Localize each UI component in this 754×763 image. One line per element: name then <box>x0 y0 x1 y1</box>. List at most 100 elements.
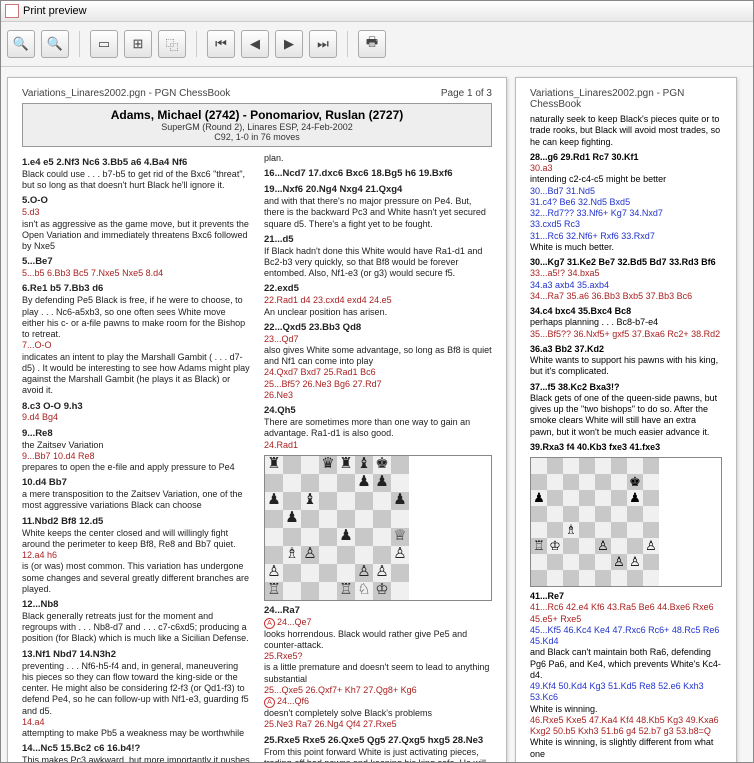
move-line: 24.Qh5 <box>264 405 492 417</box>
comment: There are sometimes more than one way to… <box>264 417 492 440</box>
variation: 35...Bf5?? 36.Nxf5+ gxf5 37.Bxa6 Rc2+ 38… <box>530 329 722 340</box>
variation-marked: A24...Qe7 <box>264 617 492 629</box>
move-line: 5.O-O <box>22 195 250 207</box>
variation: 24.Qxd7 Bxd7 25.Rad1 Bc6 <box>264 367 492 378</box>
comment: is (or was) most common. This variation … <box>22 561 250 595</box>
comment: attempting to make Pb5 a weakness may be… <box>22 728 250 739</box>
move-line: 14...Nc5 15.Bc2 c6 16.b4!? <box>22 743 250 755</box>
sub-variation: 34.a3 axb4 35.axb4 <box>530 280 722 291</box>
move-line: 8.c3 O-O 9.h3 <box>22 401 250 413</box>
sub-variation: 31...Rc6 32.Nf6+ Rxf6 33.Rxd7 <box>530 231 722 242</box>
comment: From this point forward White is just ac… <box>264 747 492 763</box>
comment: intending c2-c4-c5 might be better <box>530 174 722 185</box>
sub-variation: 30...Bd7 31.Nd5 <box>530 186 722 197</box>
comment: and Black can't maintain both Ra6, defen… <box>530 647 722 681</box>
comment: Black generally retreats just for the mo… <box>22 611 250 645</box>
chess-board: ♜♛♜♝♚♟♟♟♝♟♟♟♕♗♙♙♙♙♙♖♖♘♔ <box>264 455 492 601</box>
sub-variation: 32...Rd7?? 33.Nf6+ Kg7 34.Nxd7 <box>530 208 722 219</box>
page-file: Variations_Linares2002.pgn - PGN ChessBo… <box>530 88 722 110</box>
comment: By defending Pe5 Black is free, if he we… <box>22 295 250 340</box>
comment: White wants to support his pawns with hi… <box>530 355 722 378</box>
comment: the Zaitsev Variation <box>22 440 250 451</box>
move-line: 30...Kg7 31.Ke2 Be7 32.Bd5 Bd7 33.Rd3 Bf… <box>530 257 722 268</box>
print-button[interactable]: 🖶 <box>358 30 386 58</box>
move-line: 24...Ra7 <box>264 605 492 617</box>
variation: 7...O-O <box>22 340 250 351</box>
move-line: 21...d5 <box>264 234 492 246</box>
comment: naturally seek to keep Black's pieces qu… <box>530 114 722 148</box>
fit-width-button[interactable]: ⊞ <box>124 30 152 58</box>
print-preview-window: Print preview 🔍 🔍 ▭ ⊞ ⿻ ⏮ ◀ ▶ ⏭ 🖶 Variat… <box>0 0 754 763</box>
move-line: 22...Qxd5 23.Bb3 Qd8 <box>264 322 492 334</box>
comment: preventing . . . Nf6-h5-f4 and, in gener… <box>22 661 250 717</box>
variation: 25.Ne3 Ra7 26.Ng4 Qf4 27.Rxe5 <box>264 719 492 730</box>
move-line: 36.a3 Bb2 37.Kd2 <box>530 344 722 355</box>
move-line: 13.Nf1 Nbd7 14.N3h2 <box>22 649 250 661</box>
move-line: 9...Re8 <box>22 428 250 440</box>
move-line: 6.Re1 b5 7.Bb3 d6 <box>22 283 250 295</box>
zoom-in-button[interactable]: 🔍 <box>7 30 35 58</box>
variation: 33...a5!? 34.bxa5 <box>530 268 722 279</box>
next-page-button[interactable]: ▶ <box>275 30 303 58</box>
comment: doesn't completely solve Black's problem… <box>264 708 492 719</box>
comment: a mere transposition to the Zaitsev Vari… <box>22 489 250 512</box>
variation: 25...Qxe5 26.Qxf7+ Kh7 27.Qg8+ Kg6 <box>264 685 492 696</box>
comment: looks horrendous. Black would rather giv… <box>264 629 492 652</box>
comment: also gives White some advantage, so long… <box>264 345 492 368</box>
move-line: 16...Ncd7 17.dxc6 Bxc6 18.Bg5 h6 19.Bxf6 <box>264 168 492 180</box>
variation: 30.a3 <box>530 163 722 174</box>
sub-variation: 33.cxd5 Rc3 <box>530 219 722 230</box>
comment: If Black hadn't done this White would ha… <box>264 246 492 280</box>
preview-viewport[interactable]: Variations_Linares2002.pgn - PGN ChessBo… <box>1 67 753 762</box>
titlebar: Print preview <box>1 1 753 22</box>
move-line: 25.Rxe5 Rxe5 26.Qxe5 Qg5 27.Qxg5 hxg5 28… <box>264 735 492 747</box>
variation: 24.Rad1 <box>264 440 492 451</box>
comment: Black gets of one of the queen-side pawn… <box>530 393 722 438</box>
comment: and with that there's no major pressure … <box>264 196 492 230</box>
variation: 5.d3 <box>22 207 250 218</box>
page-2-content: naturally seek to keep Black's pieces qu… <box>530 114 722 760</box>
window-title: Print preview <box>23 5 87 17</box>
move-line: 22.exd5 <box>264 283 492 295</box>
fit-page-button[interactable]: ▭ <box>90 30 118 58</box>
variation-marked: A24...Qf6 <box>264 696 492 708</box>
sub-variation: 49.Kf4 50.Kd4 Kg3 51.Kd5 Re8 52.e6 Kxh3 … <box>530 681 722 704</box>
variation: 14.a4 <box>22 717 250 728</box>
move-line: 37...f5 38.Kc2 Bxa3!? <box>530 382 722 393</box>
sub-variation: 45...Kf5 46.Kc4 Ke4 47.Rxc6 Rc6+ 48.Rc5 … <box>530 625 722 648</box>
prev-page-button[interactable]: ◀ <box>241 30 269 58</box>
variation: 41...Rc6 42.e4 Kf6 43.Ra5 Be6 44.Bxe6 Rx… <box>530 602 722 625</box>
move-line: 1.e4 e5 2.Nf3 Nc6 3.Bb5 a6 4.Ba4 Nf6 <box>22 157 250 169</box>
comment: White is much better. <box>530 242 722 253</box>
variation: 22.Rad1 d4 23.cxd4 exd4 24.e5 <box>264 295 492 306</box>
comment: is a little premature and doesn't seem t… <box>264 662 492 685</box>
first-page-button[interactable]: ⏮ <box>207 30 235 58</box>
variation: 34...Ra7 35.a6 36.Bb3 Bxb5 37.Bb3 Bc6 <box>530 291 722 302</box>
page-2: Variations_Linares2002.pgn - PGN ChessBo… <box>515 77 737 762</box>
variation: 26.Ne3 <box>264 390 492 401</box>
page-1: Variations_Linares2002.pgn - PGN ChessBo… <box>7 77 507 762</box>
comment: perhaps planning . . . Bc8-b7-e4 <box>530 317 722 328</box>
app-icon <box>5 4 19 18</box>
variation: 9...Bb7 10.d4 Re8 <box>22 451 250 462</box>
variation: 9.d4 Bg4 <box>22 412 250 423</box>
zoom-out-button[interactable]: 🔍 <box>41 30 69 58</box>
game-header: Adams, Michael (2742) - Ponomariov, Rusl… <box>22 103 492 147</box>
variation: 46.Rxe5 Kxe5 47.Ka4 Kf4 48.Kb5 Kg3 49.Kx… <box>530 715 722 738</box>
comment: indicates an intent to play the Marshall… <box>22 352 250 397</box>
two-page-button[interactable]: ⿻ <box>158 30 186 58</box>
comment: White is winning, is slightly different … <box>530 737 722 760</box>
game-result: C92, 1-0 in 76 moves <box>27 132 487 142</box>
variation: 5...b5 6.Bb3 Bc5 7.Nxe5 Nxe5 8.d4 <box>22 268 250 279</box>
variation: 23...Qd7 <box>264 334 492 345</box>
move-line: 19...Nxf6 20.Ng4 Nxg4 21.Qxg4 <box>264 184 492 196</box>
move-line: 10.d4 Bb7 <box>22 477 250 489</box>
page-1-content: 1.e4 e5 2.Nf3 Nc6 3.Bb5 a6 4.Ba4 Nf6 Blac… <box>22 153 492 762</box>
move-line: 12...Nb8 <box>22 599 250 611</box>
last-page-button[interactable]: ⏭ <box>309 30 337 58</box>
chess-board: ♚♟♟♗♖♔♙♙♙♙ <box>530 457 722 587</box>
move-line: 41...Re7 <box>530 591 722 602</box>
variation: 25...Bf5? 26.Ne3 Bg6 27.Rd7 <box>264 379 492 390</box>
comment: isn't as aggressive as the game move, bu… <box>22 219 250 253</box>
variation: 25.Rxe5? <box>264 651 492 662</box>
